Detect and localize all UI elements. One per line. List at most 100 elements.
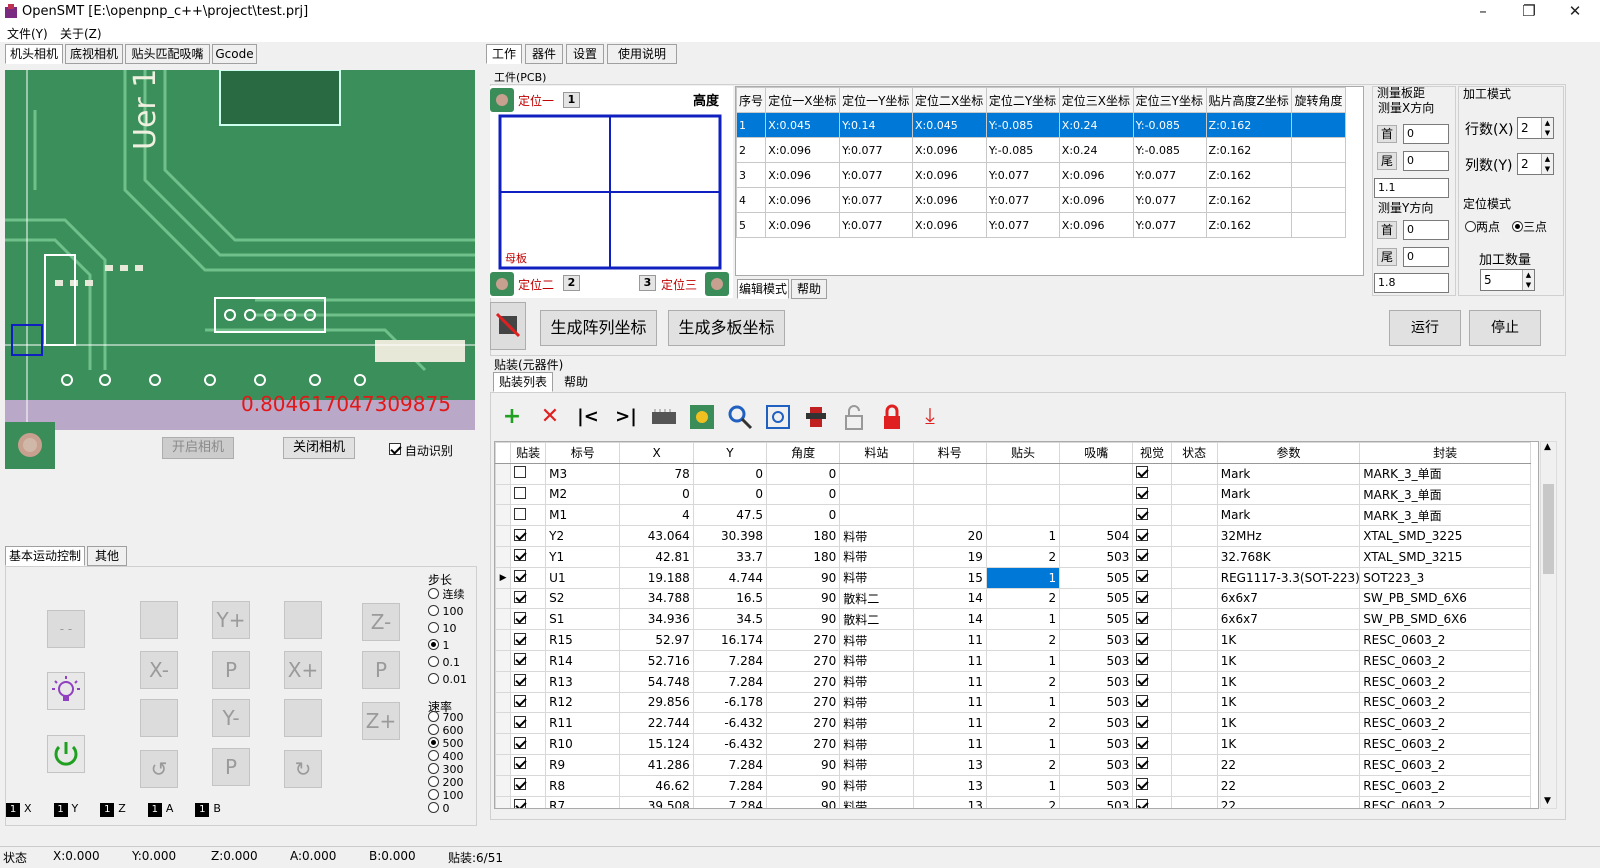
feeder-no-cell[interactable]: 13 <box>912 753 987 776</box>
angle-cell[interactable]: 90 <box>766 774 841 797</box>
speed-radio[interactable]: 600 <box>428 724 464 737</box>
row-selector[interactable] <box>495 733 512 755</box>
param-cell[interactable]: 22 <box>1216 753 1361 776</box>
light-button[interactable] <box>47 672 85 710</box>
nozzle-cell[interactable] <box>1059 504 1134 527</box>
vision-checkbox[interactable] <box>1136 549 1149 562</box>
vision-checkbox[interactable] <box>1136 611 1149 624</box>
mount-checkbox[interactable] <box>514 653 527 666</box>
y-cell[interactable]: 16.5 <box>692 587 768 610</box>
rows-spin-arrows-icon[interactable]: ▲ ▼ <box>1541 118 1553 138</box>
locator-cell[interactable]: Z:0.162 <box>1205 112 1293 138</box>
table-row[interactable]: ▶ U1 19.188 4.744 90 料带 15 1 505 REG1117-3.3(SOT-… <box>495 566 1531 589</box>
package-cell[interactable]: MARK_3_单面 <box>1359 504 1531 527</box>
jog-yplus-button[interactable]: Y+ <box>212 601 250 639</box>
feeder-no-cell[interactable]: 19 <box>912 545 987 568</box>
locator-cell[interactable]: X:0.096 <box>912 137 987 163</box>
table-row[interactable]: R9 41.286 7.284 90 料带 13 2 503 22 RESC_0603_2 <box>495 753 1531 776</box>
loc3-thumb-icon[interactable] <box>705 272 729 296</box>
power-button[interactable] <box>47 735 85 773</box>
three-point-radio[interactable]: 三点 <box>1512 219 1547 236</box>
x-cell[interactable]: 34.936 <box>619 608 694 631</box>
unlock-icon[interactable] <box>840 403 868 431</box>
y-cell[interactable]: 34.5 <box>692 608 768 631</box>
feeder-no-cell[interactable]: 11 <box>912 649 987 672</box>
vision-checkbox[interactable] <box>1136 694 1149 707</box>
speed-radio-dot[interactable] <box>428 789 439 800</box>
tab-work[interactable]: 工作 <box>486 44 522 64</box>
mount-cell[interactable] <box>510 712 547 735</box>
locator-cell[interactable]: Y:-0.085 <box>985 137 1060 163</box>
delete-icon[interactable]: ✕ <box>536 403 564 431</box>
locator-cell[interactable]: Y:-0.085 <box>985 112 1060 138</box>
ref-cell[interactable]: R12 <box>545 691 621 714</box>
step-radio-dot[interactable] <box>428 605 439 616</box>
param-cell[interactable]: Mark <box>1216 462 1361 485</box>
x-cell[interactable]: 43.064 <box>619 525 694 547</box>
jog-blank-4[interactable] <box>284 699 322 737</box>
menu-about[interactable]: 关于(Z) <box>60 25 102 42</box>
x-cell[interactable]: 42.81 <box>619 545 694 568</box>
locator-cell[interactable]: Y:0.077 <box>985 162 1060 188</box>
generate-array-button[interactable]: 生成阵列坐标 <box>540 310 657 346</box>
row-selector[interactable] <box>495 545 512 568</box>
mount-checkbox[interactable] <box>514 674 527 687</box>
mount-checkbox[interactable] <box>514 736 527 749</box>
jog-blank-3[interactable] <box>140 699 178 737</box>
row-selector[interactable] <box>495 525 512 547</box>
mount-cell[interactable] <box>510 753 547 776</box>
angle-cell[interactable]: 180 <box>766 525 841 547</box>
ref-cell[interactable]: M2 <box>545 483 621 506</box>
ref-cell[interactable]: R8 <box>545 774 621 797</box>
table-scrollbar[interactable]: ▲ ▼ <box>1540 441 1557 809</box>
row-selector[interactable] <box>495 774 512 797</box>
head-cell[interactable]: 2 <box>985 545 1061 568</box>
step-radio-dot[interactable] <box>428 622 439 633</box>
column-header[interactable]: 角度 <box>766 442 841 464</box>
mount-checkbox[interactable] <box>514 694 527 707</box>
package-cell[interactable]: RESC_0603_2 <box>1359 712 1531 735</box>
locator-cell[interactable]: X:0.096 <box>1058 162 1134 188</box>
feeder-no-cell[interactable]: 11 <box>912 629 987 651</box>
package-cell[interactable]: MARK_3_单面 <box>1359 462 1531 485</box>
vision-checkbox[interactable] <box>1136 798 1149 808</box>
vision-checkbox[interactable] <box>1136 570 1149 583</box>
mount-cell[interactable] <box>510 608 547 631</box>
vision-cell[interactable] <box>1132 712 1172 735</box>
jog-p-button-2[interactable]: P <box>362 651 400 689</box>
locator-cell[interactable]: X:0.096 <box>912 212 987 238</box>
vision-checkbox[interactable] <box>1136 507 1149 520</box>
y-cell[interactable]: 7.284 <box>692 753 768 776</box>
angle-cell[interactable]: 270 <box>766 670 841 693</box>
state-cell[interactable] <box>1170 691 1218 714</box>
x-last-input[interactable]: 0 <box>1403 151 1449 171</box>
vision-checkbox[interactable] <box>1136 528 1149 541</box>
locator-row[interactable]: 3 X:0.096 Y:0.077 X:0.096 Y:0.077 X:0.096 Y:0.… <box>736 162 1346 188</box>
locator-cell[interactable]: Y:-0.085 <box>1132 112 1207 138</box>
table-row[interactable]: Y2 43.064 30.398 180 料带 20 1 504 32MHz XTAL_SMD_3… <box>495 525 1531 547</box>
speed-radio[interactable]: 0 <box>428 802 464 815</box>
y-cell[interactable]: 7.284 <box>692 670 768 693</box>
row-selector[interactable] <box>495 691 512 714</box>
x-cell[interactable]: 78 <box>619 462 694 485</box>
column-header[interactable]: 贴装 <box>510 442 547 464</box>
ref-cell[interactable]: Y2 <box>545 525 621 547</box>
row-selector[interactable] <box>495 504 512 527</box>
feeder-cell[interactable]: 料带 <box>839 525 914 547</box>
menu-file[interactable]: 文件(Y) <box>7 25 48 42</box>
vision-cell[interactable] <box>1132 629 1172 651</box>
package-cell[interactable]: RESC_0603_2 <box>1359 774 1531 797</box>
speed-radio[interactable]: 100 <box>428 789 464 802</box>
table-row[interactable]: R10 15.124 -6.432 270 料带 11 1 503 1K RESC_0603_2 <box>495 733 1531 755</box>
feeder-cell[interactable]: 料带 <box>839 753 914 776</box>
add-icon[interactable]: + <box>498 403 526 431</box>
state-cell[interactable] <box>1170 608 1218 631</box>
x-last-button[interactable]: 尾 <box>1377 152 1397 170</box>
generate-multi-button[interactable]: 生成多板坐标 <box>668 310 785 346</box>
locator-cell[interactable]: Y:0.077 <box>985 212 1060 238</box>
angle-cell[interactable]: 90 <box>766 795 841 808</box>
row-selector[interactable] <box>495 795 512 808</box>
feeder-no-cell[interactable]: 11 <box>912 712 987 735</box>
feeder-no-cell[interactable] <box>912 462 987 485</box>
locator-cell[interactable]: X:0.096 <box>765 162 841 188</box>
